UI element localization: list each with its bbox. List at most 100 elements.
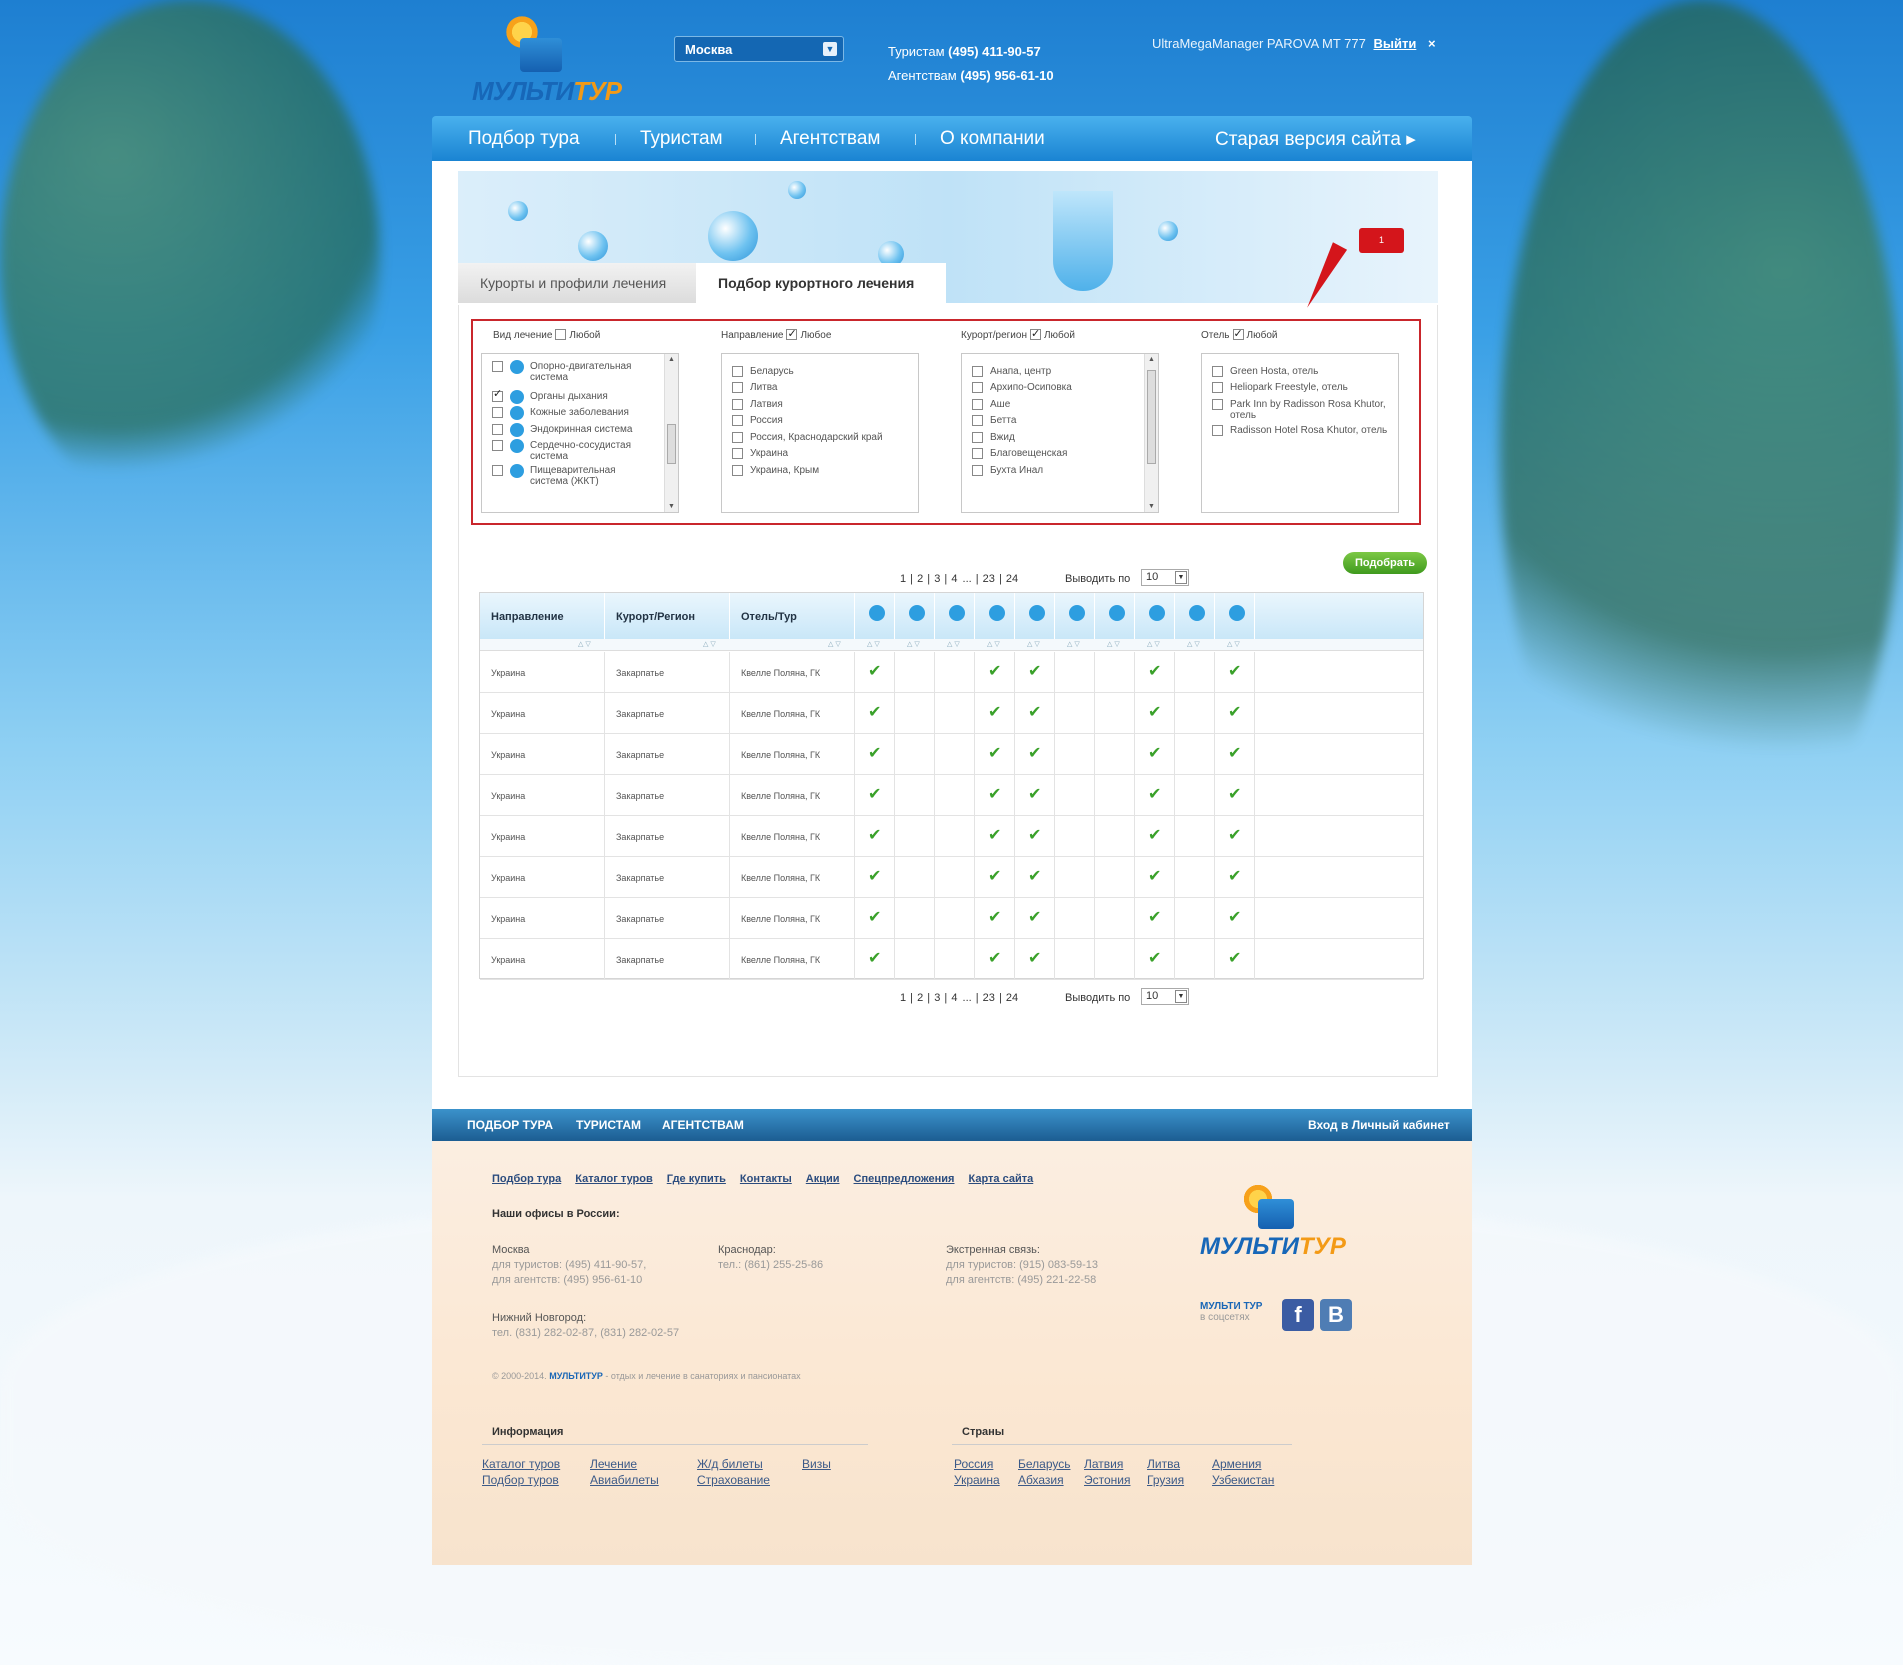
any-resort-checkbox[interactable] [1029, 327, 1041, 340]
sort-arrows-icon[interactable]: △ ▽ [907, 640, 920, 648]
page-link[interactable]: 2 [917, 573, 923, 585]
page-link[interactable]: 4 [951, 573, 957, 585]
page-link[interactable]: 3 [934, 573, 940, 585]
scrollbar[interactable] [664, 354, 678, 512]
sort-arrows-icon[interactable]: △ ▽ [828, 640, 841, 648]
old-site-link[interactable]: Старая версия сайта ▸ [1215, 128, 1416, 151]
footer-link[interactable]: Где купить [667, 1173, 726, 1185]
footer-nav-tourists[interactable]: ТУРИСТАМ [576, 1118, 641, 1132]
column-header[interactable]: Отель/Тур [730, 593, 855, 639]
checkbox[interactable] [732, 465, 743, 476]
checkbox[interactable] [1212, 366, 1223, 377]
page-link[interactable]: 24 [1006, 573, 1018, 585]
table-row[interactable]: Украина Закарпатье Квелле Поляна, ГК ✔ ✔ ✔ ✔ ✔ [480, 816, 1423, 857]
footer-link[interactable]: Подбор тура [492, 1173, 561, 1185]
nav-item-about[interactable]: О компании [940, 128, 1045, 150]
checkbox[interactable] [492, 465, 503, 476]
per-page-select[interactable]: 10 ▼ [1141, 569, 1189, 586]
info-link[interactable]: Каталог туров [482, 1457, 560, 1471]
table-row[interactable]: Украина Закарпатье Квелле Поляна, ГК ✔ ✔ ✔ ✔ ✔ [480, 857, 1423, 898]
column-header-icon[interactable] [895, 593, 935, 639]
table-row[interactable]: Украина Закарпатье Квелле Поляна, ГК ✔ ✔ ✔ ✔ ✔ [480, 775, 1423, 816]
sort-arrows-icon[interactable]: △ ▽ [867, 640, 880, 648]
any-hotel-checkbox[interactable] [1232, 327, 1244, 340]
checkbox[interactable] [492, 424, 503, 435]
column-header-icon[interactable] [1135, 593, 1175, 639]
checkbox[interactable] [492, 361, 503, 372]
country-link[interactable]: Россия [954, 1457, 993, 1471]
checkbox[interactable] [732, 399, 743, 410]
checkbox[interactable] [972, 465, 983, 476]
table-row[interactable]: Украина Закарпатье Квелле Поляна, ГК ✔ ✔ ✔ ✔ ✔ [480, 898, 1423, 939]
submit-button[interactable]: Подобрать [1343, 552, 1427, 574]
login-link[interactable]: Вход в Личный кабинет [1308, 1118, 1450, 1132]
tab-treatment-search[interactable]: Подбор курортного лечения [696, 263, 946, 303]
country-link[interactable]: Грузия [1147, 1473, 1184, 1487]
checkbox[interactable] [492, 440, 503, 451]
country-link[interactable]: Украина [954, 1473, 1000, 1487]
table-row[interactable]: Украина Закарпатье Квелле Поляна, ГК ✔ ✔ ✔ ✔ ✔ [480, 939, 1423, 980]
column-header-icon[interactable] [855, 593, 895, 639]
checkbox[interactable] [492, 407, 503, 418]
table-row[interactable]: Украина Закарпатье Квелле Поляна, ГК ✔ ✔ ✔ ✔ ✔ [480, 734, 1423, 775]
column-header-icon[interactable] [1055, 593, 1095, 639]
page-link[interactable]: 1 [900, 573, 906, 585]
column-header-icon[interactable] [935, 593, 975, 639]
sort-row[interactable]: △ ▽ △ ▽ △ ▽ △ ▽ △ ▽ △ ▽ △ ▽ △ ▽ △ ▽ △ ▽ △ ▽ △ ▽ △ ▽ [480, 639, 1423, 651]
city-select[interactable]: Москва ▼ [674, 36, 844, 62]
sort-arrows-icon[interactable]: △ ▽ [703, 640, 716, 648]
tab-resorts[interactable]: Курорты и профили лечения [458, 263, 696, 303]
nav-item-tour-search[interactable]: Подбор тура [468, 128, 580, 150]
vk-icon[interactable]: B [1320, 1299, 1352, 1331]
country-link[interactable]: Узбекистан [1212, 1473, 1274, 1487]
footer-link[interactable]: Карта сайта [968, 1173, 1033, 1185]
footer-link[interactable]: Каталог туров [575, 1173, 653, 1185]
sort-arrows-icon[interactable]: △ ▽ [947, 640, 960, 648]
any-direction-checkbox[interactable] [786, 327, 798, 340]
footer-logo[interactable]: МУЛЬТИТУР [1200, 1181, 1350, 1281]
checkbox[interactable] [972, 432, 983, 443]
sort-arrows-icon[interactable]: △ ▽ [1067, 640, 1080, 648]
table-row[interactable]: Украина Закарпатье Квелле Поляна, ГК ✔ ✔ ✔ ✔ ✔ [480, 693, 1423, 734]
info-link[interactable]: Визы [802, 1457, 831, 1471]
sort-arrows-icon[interactable]: △ ▽ [1227, 640, 1240, 648]
column-header-icon[interactable] [1095, 593, 1135, 639]
column-header[interactable]: Направление [480, 593, 605, 639]
page-link[interactable]: 23 [983, 573, 995, 585]
info-link[interactable]: Подбор туров [482, 1473, 559, 1487]
page-link[interactable]: 1 [900, 992, 906, 1004]
footer-link[interactable]: Акции [806, 1173, 840, 1185]
info-link[interactable]: Авиабилеты [590, 1473, 659, 1487]
country-link[interactable]: Латвия [1084, 1457, 1123, 1471]
checkbox[interactable] [1212, 399, 1223, 410]
country-link[interactable]: Беларусь [1018, 1457, 1070, 1471]
checkbox[interactable] [732, 366, 743, 377]
nav-item-tourists[interactable]: Туристам [640, 128, 723, 150]
checkbox[interactable] [972, 415, 983, 426]
sort-arrows-icon[interactable]: △ ▽ [1027, 640, 1040, 648]
page-link[interactable]: 24 [1006, 992, 1018, 1004]
info-link[interactable]: Ж/д билеты [697, 1457, 763, 1471]
country-link[interactable]: Абхазия [1018, 1473, 1064, 1487]
column-header-icon[interactable] [1175, 593, 1215, 639]
page-link[interactable]: 2 [917, 992, 923, 1004]
checkbox[interactable] [1212, 382, 1223, 393]
any-treatment-checkbox[interactable] [555, 329, 567, 340]
checkbox[interactable] [972, 382, 983, 393]
info-link[interactable]: Страхование [697, 1473, 770, 1487]
sort-arrows-icon[interactable]: △ ▽ [1187, 640, 1200, 648]
logout-link[interactable]: Выйти [1374, 36, 1417, 51]
checkbox[interactable] [732, 432, 743, 443]
country-link[interactable]: Эстония [1084, 1473, 1131, 1487]
checkbox[interactable] [732, 382, 743, 393]
column-header-icon[interactable] [975, 593, 1015, 639]
footer-nav-tour-search[interactable]: ПОДБОР ТУРА [467, 1118, 553, 1132]
sort-arrows-icon[interactable]: △ ▽ [1107, 640, 1120, 648]
footer-link[interactable]: Спецпредложения [854, 1173, 955, 1185]
page-link[interactable]: 4 [951, 992, 957, 1004]
page-link[interactable]: 23 [983, 992, 995, 1004]
page-link[interactable]: 3 [934, 992, 940, 1004]
table-row[interactable]: Украина Закарпатье Квелле Поляна, ГК ✔ ✔ ✔ ✔ ✔ [480, 652, 1423, 693]
sort-arrows-icon[interactable]: △ ▽ [578, 640, 591, 648]
footer-nav-agencies[interactable]: АГЕНТСТВАМ [662, 1118, 744, 1132]
